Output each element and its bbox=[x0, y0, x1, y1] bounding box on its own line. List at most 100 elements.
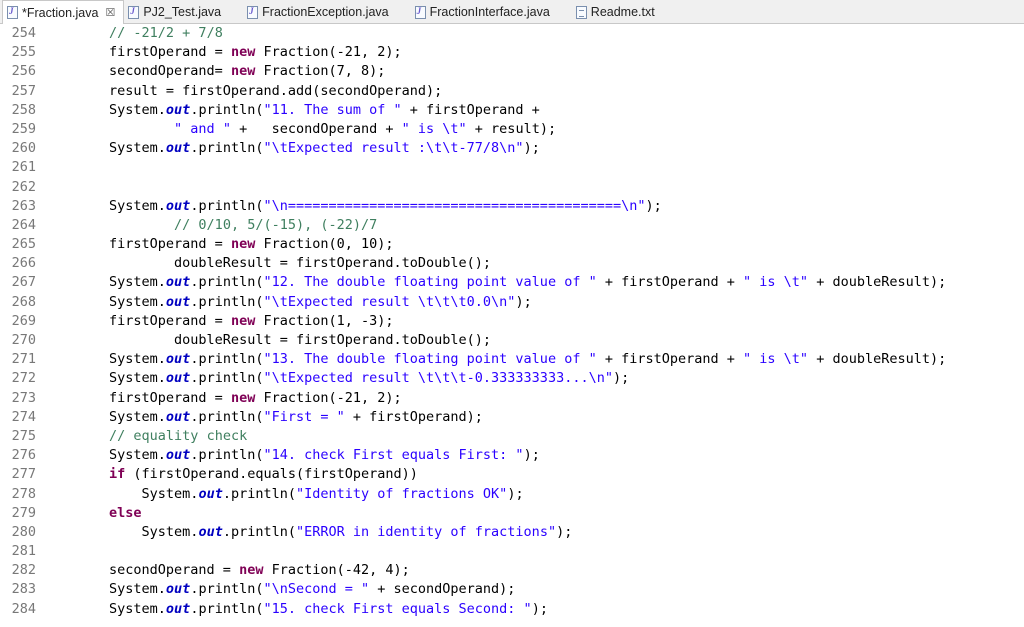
code-line[interactable]: firstOperand = new Fraction(-21, 2); bbox=[44, 43, 1024, 62]
code-line[interactable]: firstOperand = new Fraction(1, -3); bbox=[44, 312, 1024, 331]
code-line[interactable]: secondOperand= new Fraction(7, 8); bbox=[44, 62, 1024, 81]
code-line[interactable]: System.out.println("\nSecond = " + secon… bbox=[44, 580, 1024, 599]
code-token: ); bbox=[523, 140, 540, 157]
code-token: out bbox=[165, 351, 191, 368]
code-token: + result); bbox=[466, 120, 557, 137]
java-file-icon bbox=[247, 5, 259, 19]
code-line[interactable]: result = firstOperand.add(secondOperand)… bbox=[44, 82, 1024, 101]
code-line[interactable]: firstOperand = new Fraction(0, 10); bbox=[44, 235, 1024, 254]
code-token: "\tExpected result :\t\t-77/8\n" bbox=[263, 140, 524, 157]
code-token: Fraction(-21, 2); bbox=[255, 389, 402, 406]
code-line[interactable]: System.out.println("11. The sum of " + f… bbox=[44, 101, 1024, 120]
code-token: .println( bbox=[190, 600, 264, 617]
code-token: "First = " bbox=[263, 408, 345, 425]
tab-readme-txt[interactable]: Readme.txt bbox=[572, 1, 663, 23]
close-tab-icon[interactable]: ☒ bbox=[105, 6, 115, 19]
code-token: ); bbox=[645, 197, 662, 214]
code-token: + firstOperand + bbox=[596, 351, 744, 368]
line-number: 263 bbox=[11, 197, 36, 214]
code-line[interactable]: System.out.println("13. The double float… bbox=[44, 350, 1024, 369]
code-token: "ERROR in identity of fractions" bbox=[295, 523, 557, 540]
tab-fraction-exception-java[interactable]: FractionException.java bbox=[243, 1, 396, 23]
line-number-gutter: 254 255 256 257 258 259 260 261 262 263 264 265 266 2… bbox=[0, 24, 44, 619]
code-token: .println( bbox=[190, 140, 264, 157]
code-line[interactable]: if (firstOperand.equals(firstOperand)) bbox=[44, 465, 1024, 484]
code-token: + doubleResult); bbox=[808, 274, 947, 291]
code-line[interactable]: firstOperand = new Fraction(-21, 2); bbox=[44, 389, 1024, 408]
code-token: ); bbox=[507, 485, 524, 502]
line-number: 257 bbox=[11, 82, 36, 99]
code-token: .println( bbox=[190, 408, 264, 425]
line-number: 267 bbox=[11, 274, 36, 291]
code-line[interactable]: " and " + secondOperand + " is \t" + res… bbox=[44, 120, 1024, 139]
line-number: 272 bbox=[11, 370, 36, 387]
code-token: "Identity of fractions OK" bbox=[295, 485, 508, 502]
line-number: 276 bbox=[11, 447, 36, 464]
code-token: System. bbox=[44, 293, 166, 310]
code-line[interactable]: System.out.println("12. The double float… bbox=[44, 273, 1024, 292]
code-token: new bbox=[230, 389, 256, 406]
code-token: (firstOperand.equals(firstOperand)) bbox=[125, 466, 418, 483]
line-number: 275 bbox=[11, 427, 36, 444]
code-line[interactable]: System.out.println("\tExpected result :\… bbox=[44, 139, 1024, 158]
line-number: 283 bbox=[11, 581, 36, 598]
line-number: 259 bbox=[11, 120, 36, 137]
code-token: out bbox=[165, 581, 191, 598]
code-token: firstOperand = bbox=[44, 44, 231, 61]
code-token: .println( bbox=[190, 274, 264, 291]
code-token: doubleResult = firstOperand.toDouble(); bbox=[44, 255, 492, 272]
code-line[interactable]: System.out.println("\tExpected result \t… bbox=[44, 369, 1024, 388]
code-token: "12. The double floating point value of … bbox=[263, 274, 597, 291]
code-line[interactable]: doubleResult = firstOperand.toDouble(); bbox=[44, 254, 1024, 273]
code-token: System. bbox=[44, 370, 166, 387]
code-text-area[interactable]: // -21/2 + 7/8 firstOperand = new Fracti… bbox=[44, 24, 1024, 619]
code-line[interactable]: System.out.println("ERROR in identity of… bbox=[44, 523, 1024, 542]
code-token: + secondOperand); bbox=[369, 581, 516, 598]
code-token: out bbox=[165, 140, 191, 157]
code-line[interactable]: System.out.println("Identity of fraction… bbox=[44, 485, 1024, 504]
code-line[interactable]: System.out.println("First = " + firstOpe… bbox=[44, 408, 1024, 427]
code-token: System. bbox=[44, 600, 166, 617]
code-token: System. bbox=[44, 408, 166, 425]
line-number: 262 bbox=[11, 178, 36, 195]
code-line[interactable]: doubleResult = firstOperand.toDouble(); bbox=[44, 331, 1024, 350]
code-line[interactable]: System.out.println("\n==================… bbox=[44, 197, 1024, 216]
tab-pj2-test-java[interactable]: PJ2_Test.java bbox=[124, 1, 229, 23]
code-line[interactable]: // 0/10, 5/(-15), (-22)/7 bbox=[44, 216, 1024, 235]
tab-fraction-java[interactable]: *Fraction.java ☒ bbox=[2, 0, 125, 24]
code-line[interactable]: System.out.println("\tExpected result \t… bbox=[44, 293, 1024, 312]
code-line[interactable]: System.out.println("14. check First equa… bbox=[44, 446, 1024, 465]
code-line[interactable]: System.out.println("15. check First equa… bbox=[44, 600, 1024, 619]
line-number: 264 bbox=[11, 216, 36, 233]
code-token: secondOperand = bbox=[44, 562, 240, 579]
tab-fraction-interface-java[interactable]: FractionInterface.java bbox=[411, 1, 558, 23]
code-token: new bbox=[230, 236, 256, 253]
code-token: ); bbox=[556, 523, 573, 540]
code-token: .println( bbox=[190, 447, 264, 464]
code-token: .println( bbox=[222, 523, 296, 540]
code-token: .println( bbox=[222, 485, 296, 502]
code-line[interactable]: // equality check bbox=[44, 427, 1024, 446]
code-line[interactable] bbox=[44, 178, 1024, 197]
line-number: 256 bbox=[11, 63, 36, 80]
code-token: out bbox=[165, 408, 191, 425]
code-token: "\nSecond = " bbox=[263, 581, 370, 598]
code-line[interactable]: // -21/2 + 7/8 bbox=[44, 24, 1024, 43]
code-token: Fraction(1, -3); bbox=[255, 312, 394, 329]
code-token: .println( bbox=[190, 101, 264, 118]
code-editor[interactable]: 254 255 256 257 258 259 260 261 262 263 264 265 266 2… bbox=[0, 24, 1024, 619]
code-token: out bbox=[165, 101, 191, 118]
code-token: "14. check First equals First: " bbox=[263, 447, 524, 464]
line-number: 265 bbox=[11, 236, 36, 253]
java-file-icon bbox=[7, 6, 18, 19]
code-line[interactable]: else bbox=[44, 504, 1024, 523]
code-token: + firstOperand + bbox=[596, 274, 744, 291]
code-token: + firstOperand); bbox=[344, 408, 483, 425]
line-number: 258 bbox=[11, 101, 36, 118]
code-line[interactable] bbox=[44, 542, 1024, 561]
code-token: System. bbox=[44, 351, 166, 368]
code-line[interactable] bbox=[44, 158, 1024, 177]
code-line[interactable]: secondOperand = new Fraction(-42, 4); bbox=[44, 561, 1024, 580]
